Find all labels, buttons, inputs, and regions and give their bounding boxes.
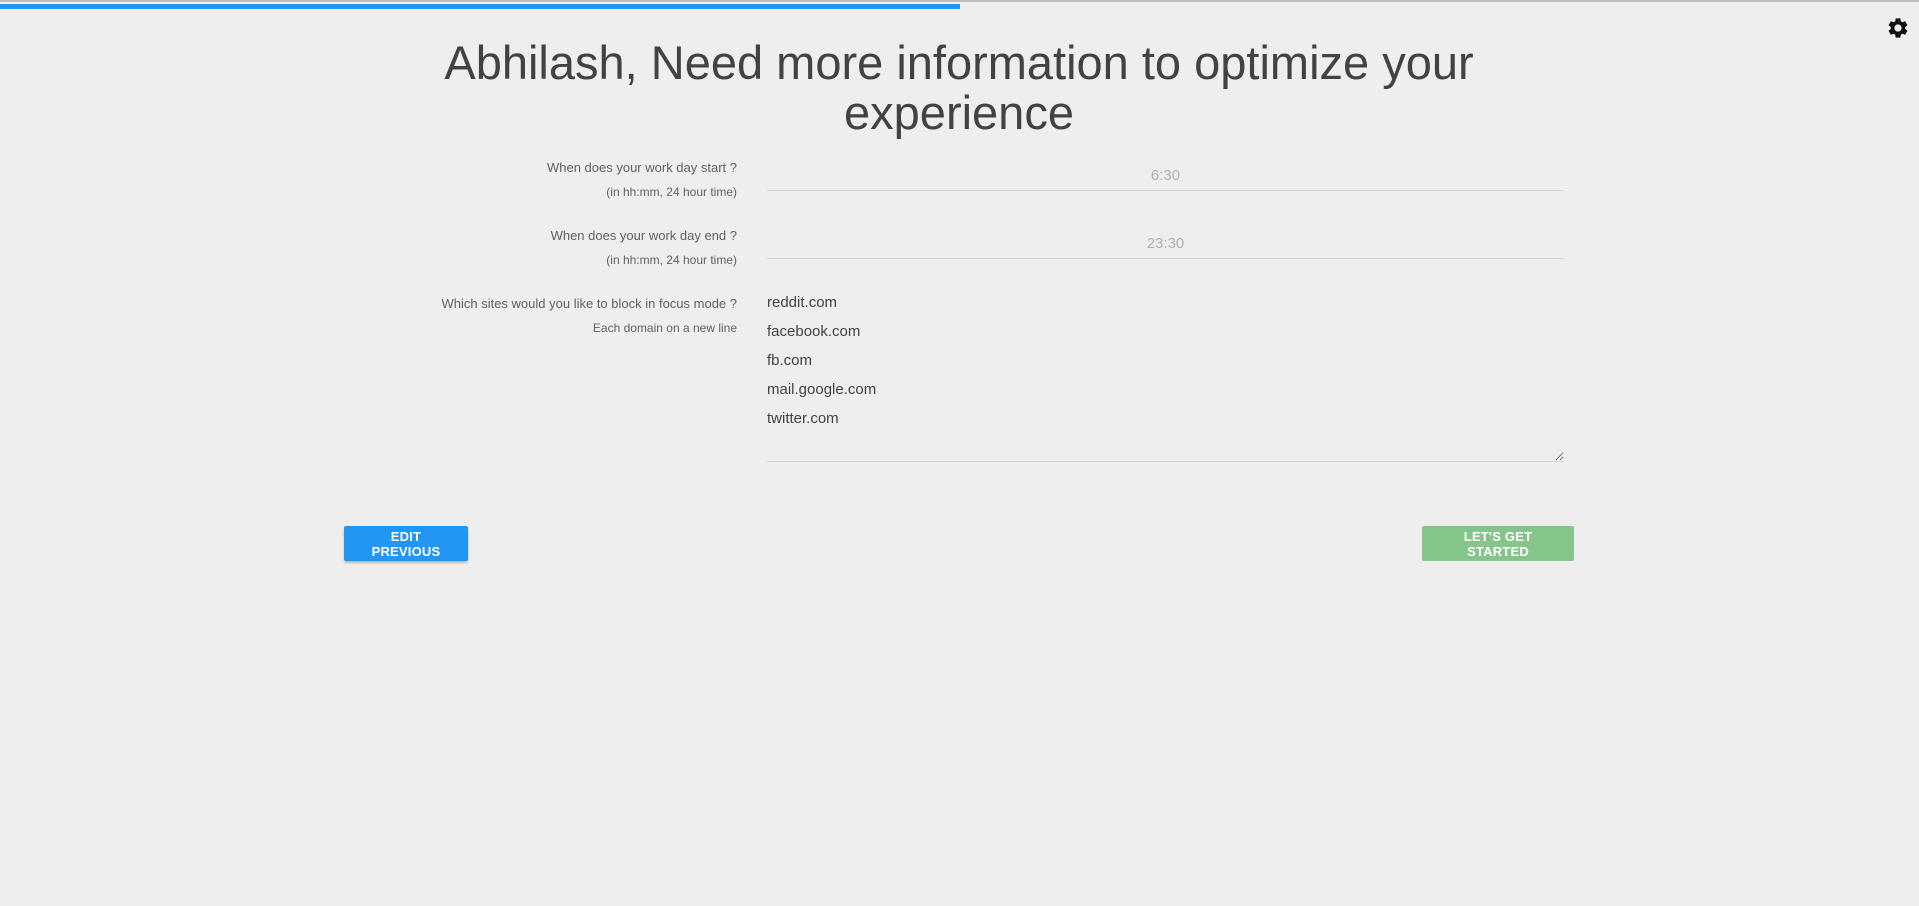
blocked-sites-label: Which sites would you like to block in f… bbox=[441, 296, 737, 311]
blocked-sites-label-group: Which sites would you like to block in f… bbox=[237, 296, 737, 336]
work-start-input[interactable] bbox=[767, 160, 1564, 191]
work-end-input[interactable] bbox=[767, 228, 1564, 259]
progress-bar bbox=[0, 0, 1919, 9]
work-end-hint: (in hh:mm, 24 hour time) bbox=[606, 253, 737, 267]
work-start-label-group: When does your work day start ? (in hh:m… bbox=[237, 160, 737, 200]
work-start-label: When does your work day start ? bbox=[546, 160, 737, 175]
edit-previous-button[interactable]: EDIT PREVIOUS bbox=[344, 526, 468, 561]
work-start-hint: (in hh:mm, 24 hour time) bbox=[606, 185, 737, 199]
work-end-label-group: When does your work day end ? (in hh:mm,… bbox=[237, 228, 737, 268]
blocked-sites-textarea[interactable]: reddit.com facebook.com fb.com mail.goog… bbox=[767, 288, 1564, 462]
get-started-button[interactable]: LET'S GET STARTED bbox=[1422, 526, 1574, 561]
gear-icon bbox=[1886, 16, 1910, 40]
work-end-label: When does your work day end ? bbox=[550, 228, 737, 243]
progress-bar-fill bbox=[0, 4, 960, 9]
page-title: Abhilash, Need more information to optim… bbox=[444, 36, 1474, 139]
settings-button[interactable] bbox=[1886, 16, 1910, 40]
blocked-sites-hint: Each domain on a new line bbox=[592, 321, 737, 335]
